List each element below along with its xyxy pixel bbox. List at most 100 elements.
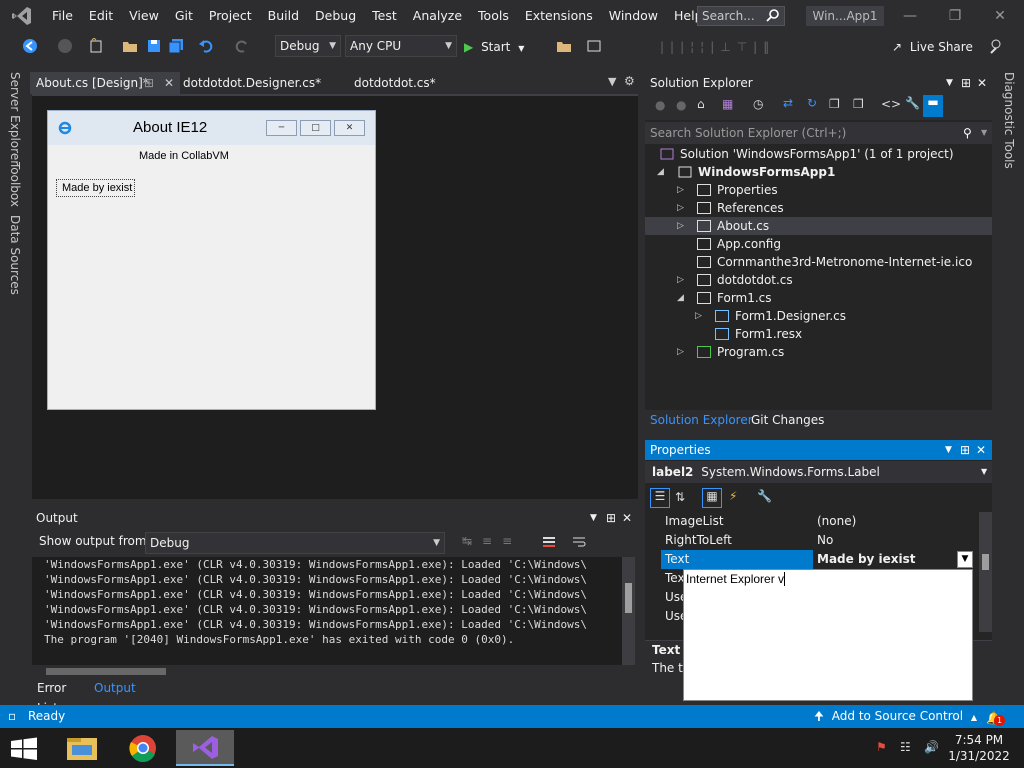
open-folder-icon[interactable] <box>122 38 138 56</box>
label-made-by-iexist[interactable]: Made by iexist <box>56 179 135 197</box>
tab-solution-explorer[interactable]: Solution Explorer <box>650 413 753 427</box>
platform-select[interactable]: Any CPU ▼ <box>345 35 457 57</box>
designed-form[interactable]: About IE12 ─ □ ✕ Made in CollabVM Made b… <box>47 110 376 410</box>
tab-output[interactable]: Output <box>90 678 140 698</box>
close-icon[interactable]: ✕ <box>977 72 987 94</box>
tab-dotdotdot-designer[interactable]: dotdotdot.Designer.cs* <box>177 72 327 94</box>
tree-item[interactable]: Form1.resx <box>715 325 802 343</box>
close-icon[interactable]: ✕ <box>164 72 174 94</box>
tab-about-design[interactable]: About.cs [Design]* ⊞ ✕ <box>30 72 180 94</box>
chevron-down-icon[interactable]: ▼ <box>946 72 953 94</box>
search-input[interactable]: Search... <box>697 6 785 26</box>
tree-item[interactable]: About.cs <box>697 217 769 235</box>
chrome-icon[interactable] <box>115 730 171 766</box>
start-button[interactable]: ▶ Start ▼ <box>464 38 524 56</box>
menu-edit[interactable]: Edit <box>81 0 121 32</box>
collapsed-arrow-icon[interactable]: ▷ <box>677 199 684 217</box>
feedback-icon[interactable] <box>988 38 1004 56</box>
refresh-icon[interactable]: ↻ <box>807 96 817 110</box>
expanded-arrow-icon[interactable]: ◢ <box>657 163 664 181</box>
back-icon[interactable] <box>22 38 38 56</box>
tab-diagnostic-tools[interactable]: Diagnostic Tools <box>1002 72 1016 169</box>
output-source-select[interactable]: Debug ▼ <box>145 532 445 554</box>
visual-studio-taskbar-icon[interactable] <box>176 730 234 766</box>
menu-tools[interactable]: Tools <box>470 0 517 32</box>
tree-solution[interactable]: Solution 'WindowsFormsApp1' (1 of 1 proj… <box>660 145 954 163</box>
tree-item[interactable]: Cornmanthe3rd-Metronome-Internet-ie.ico <box>697 253 972 271</box>
show-all-files-icon[interactable]: ❒ <box>853 97 864 111</box>
collapsed-arrow-icon[interactable]: ▷ <box>677 217 684 235</box>
tab-data-sources[interactable]: Data Sources <box>8 215 22 295</box>
tab-overflow-icon[interactable]: ▼ <box>608 75 616 88</box>
find-in-files-icon[interactable] <box>556 38 572 56</box>
property-row[interactable]: RightToLeft No <box>661 531 985 550</box>
gear-icon[interactable]: ⚙ <box>624 74 635 88</box>
redo-icon[interactable] <box>234 38 250 56</box>
tree-item[interactable]: Program.cs <box>697 343 784 361</box>
tree-item[interactable]: Form1.Designer.cs <box>715 307 846 325</box>
menu-view[interactable]: View <box>121 0 167 32</box>
scrollbar-thumb[interactable] <box>625 583 632 613</box>
form-close-button[interactable]: ✕ <box>334 120 365 136</box>
menu-test[interactable]: Test <box>364 0 405 32</box>
home-icon[interactable]: ⌂ <box>697 97 705 111</box>
sync-icon[interactable]: ⇄ <box>783 96 793 110</box>
properties-icon[interactable]: ▦ <box>702 488 722 508</box>
menu-git[interactable]: Git <box>167 0 201 32</box>
menu-build[interactable]: Build <box>260 0 307 32</box>
alphabetical-icon[interactable]: ⇅ <box>675 490 685 504</box>
close-icon[interactable]: ✕ <box>976 440 986 460</box>
network-icon[interactable]: ☷ <box>900 740 911 754</box>
collapsed-arrow-icon[interactable]: ▷ <box>677 271 684 289</box>
collapsed-arrow-icon[interactable]: ▷ <box>695 307 702 325</box>
scrollbar-thumb[interactable] <box>982 554 989 570</box>
wrench-icon[interactable]: 🔧 <box>905 96 920 110</box>
browser-link-icon[interactable] <box>586 38 602 56</box>
clock[interactable]: 7:54 PM 1/31/2022 <box>940 732 1018 764</box>
collapse-all-icon[interactable]: ❐ <box>829 97 840 111</box>
tree-project[interactable]: WindowsFormsApp1 <box>678 163 835 181</box>
tree-item[interactable]: Form1.cs <box>697 289 772 307</box>
file-explorer-icon[interactable] <box>54 730 110 766</box>
chevron-down-icon[interactable]: ▼ <box>981 122 987 144</box>
maximize-button[interactable]: ❐ <box>943 6 967 26</box>
tree-item[interactable]: dotdotdot.cs <box>697 271 793 289</box>
tree-item[interactable]: References <box>697 199 784 217</box>
notifications-button[interactable]: 🔔 1 <box>986 707 1005 730</box>
back-icon[interactable]: ● <box>655 98 665 112</box>
form-minimize-button[interactable]: ─ <box>266 120 297 136</box>
forward-icon[interactable]: ● <box>676 98 686 112</box>
clear-all-icon[interactable] <box>542 535 556 549</box>
new-project-icon[interactable] <box>88 38 104 56</box>
pin-icon[interactable]: ⊞ <box>961 72 971 94</box>
output-vertical-scrollbar[interactable] <box>622 557 635 665</box>
property-row[interactable]: ImageList (none) <box>661 512 985 531</box>
collapsed-arrow-icon[interactable]: ▷ <box>677 181 684 199</box>
label-made-in-collabvm[interactable]: Made in CollabVM <box>139 150 229 162</box>
word-wrap-icon[interactable] <box>572 535 586 549</box>
switch-views-icon[interactable]: ▦ <box>722 97 733 111</box>
menu-analyze[interactable]: Analyze <box>405 0 470 32</box>
collapsed-arrow-icon[interactable]: ▷ <box>677 343 684 361</box>
preview-icon[interactable]: ▬ <box>923 95 943 117</box>
events-icon[interactable]: ⚡ <box>729 489 737 503</box>
form-designer[interactable]: About IE12 ─ □ ✕ Made in CollabVM Made b… <box>32 94 638 499</box>
tab-dotdotdot[interactable]: dotdotdot.cs* <box>348 72 442 94</box>
form-maximize-button[interactable]: □ <box>300 120 331 136</box>
windows-start-icon[interactable] <box>10 737 38 761</box>
add-to-source-control-button[interactable]: 🠉 Add to Source Control ▲ <box>814 705 977 729</box>
visual-studio-logo-icon[interactable] <box>0 0 44 32</box>
output-horizontal-scrollbar[interactable] <box>32 665 622 678</box>
tree-item[interactable]: Properties <box>697 181 778 199</box>
minimize-button[interactable]: — <box>898 6 922 26</box>
menu-extensions[interactable]: Extensions <box>517 0 601 32</box>
undo-icon[interactable] <box>198 38 214 56</box>
menu-file[interactable]: File <box>44 0 81 32</box>
property-pages-icon[interactable]: 🔧 <box>757 489 772 503</box>
close-icon[interactable]: ✕ <box>622 508 632 528</box>
forward-icon[interactable] <box>57 38 73 56</box>
text-editor-dropdown[interactable]: Internet Explorer v <box>683 569 973 701</box>
tab-toolbox[interactable]: Toolbox <box>8 162 22 207</box>
close-button[interactable]: ✕ <box>988 6 1012 26</box>
chevron-down-icon[interactable]: ▼ <box>945 440 952 460</box>
